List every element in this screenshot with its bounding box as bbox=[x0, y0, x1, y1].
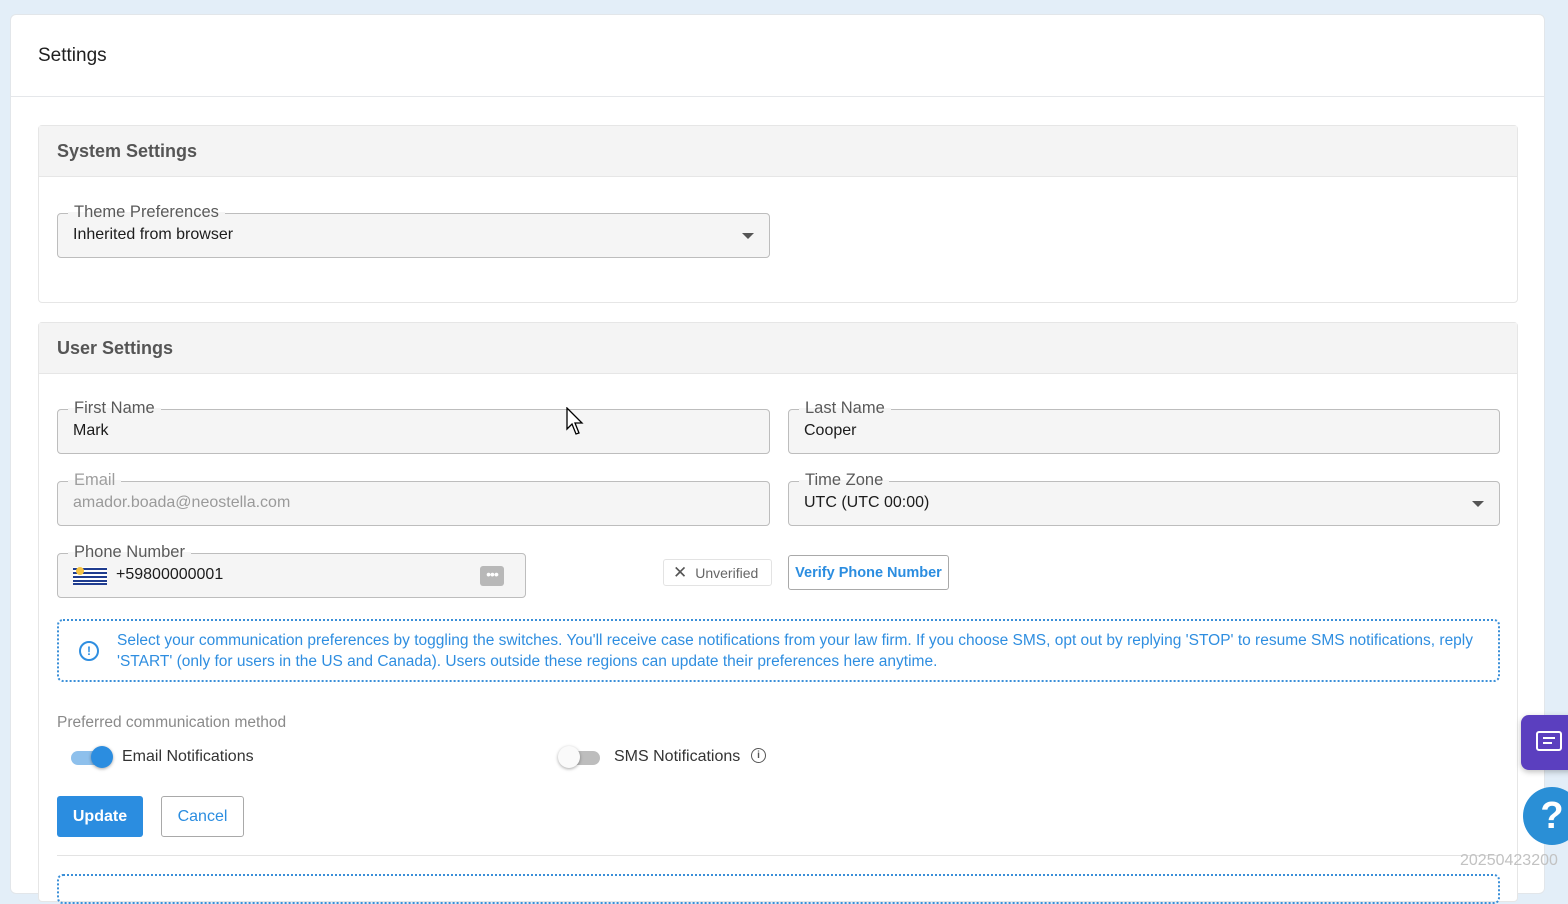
sms-info-icon[interactable]: i bbox=[751, 748, 766, 763]
divider bbox=[57, 855, 1500, 856]
page-title: Settings bbox=[11, 15, 1544, 97]
sms-notifications-label: SMS Notifications bbox=[614, 748, 741, 765]
close-icon: ✕ bbox=[673, 562, 688, 582]
communication-info-text: Select your communication preferences by… bbox=[117, 632, 1474, 670]
mouse-cursor-icon bbox=[566, 407, 584, 435]
time-zone-value: UTC (UTC 00:00) bbox=[804, 494, 930, 511]
email-notifications-label: Email Notifications bbox=[122, 748, 254, 765]
chat-icon bbox=[1536, 731, 1562, 751]
phone-number-field[interactable]: Phone Number +59800000001 ••• bbox=[57, 542, 526, 598]
unverified-status-badge: ✕ Unverified bbox=[663, 559, 772, 586]
chat-button[interactable] bbox=[1521, 715, 1568, 770]
theme-preferences-value: Inherited from browser bbox=[73, 226, 234, 243]
phone-number-value: +59800000001 bbox=[116, 566, 224, 583]
update-button[interactable]: Update bbox=[57, 796, 143, 837]
info-icon: ! bbox=[79, 641, 99, 661]
sms-notifications-toggle[interactable] bbox=[558, 746, 602, 768]
email-notifications-toggle[interactable] bbox=[69, 746, 113, 768]
chevron-down-icon bbox=[1472, 501, 1484, 507]
first-name-value: Mark bbox=[73, 422, 109, 439]
first-name-label: First Name bbox=[68, 398, 161, 418]
chevron-down-icon bbox=[742, 233, 754, 239]
first-name-field[interactable]: First Name Mark bbox=[57, 398, 770, 454]
last-name-label: Last Name bbox=[799, 398, 891, 418]
settings-card: Settings System Settings Theme Preferenc… bbox=[10, 14, 1545, 904]
build-stamp: 20250423200 bbox=[1460, 852, 1558, 869]
more-options-icon[interactable]: ••• bbox=[480, 566, 504, 586]
verify-phone-button[interactable]: Verify Phone Number bbox=[788, 555, 949, 590]
email-label: Email bbox=[68, 470, 122, 490]
uruguay-flag-icon[interactable] bbox=[73, 567, 107, 585]
phone-number-label: Phone Number bbox=[68, 542, 191, 562]
last-name-field[interactable]: Last Name Cooper bbox=[788, 398, 1500, 454]
system-settings-heading: System Settings bbox=[39, 126, 1517, 177]
unverified-status-text: Unverified bbox=[695, 564, 759, 581]
preferred-method-label: Preferred communication method bbox=[57, 714, 287, 731]
last-name-value: Cooper bbox=[804, 422, 857, 439]
email-value: amador.boada@neostella.com bbox=[73, 494, 291, 511]
theme-preferences-label: Theme Preferences bbox=[68, 202, 225, 222]
user-settings-heading: User Settings bbox=[39, 323, 1517, 374]
system-settings-panel: System Settings Theme Preferences Inheri… bbox=[38, 125, 1518, 303]
next-info-box bbox=[57, 874, 1500, 904]
time-zone-label: Time Zone bbox=[799, 470, 890, 490]
time-zone-select[interactable]: Time Zone UTC (UTC 00:00) bbox=[788, 470, 1500, 526]
cancel-button[interactable]: Cancel bbox=[161, 796, 244, 837]
email-field: Email amador.boada@neostella.com bbox=[57, 470, 770, 526]
communication-info-box: ! Select your communication preferences … bbox=[57, 619, 1500, 682]
theme-preferences-select[interactable]: Theme Preferences Inherited from browser bbox=[57, 202, 770, 258]
